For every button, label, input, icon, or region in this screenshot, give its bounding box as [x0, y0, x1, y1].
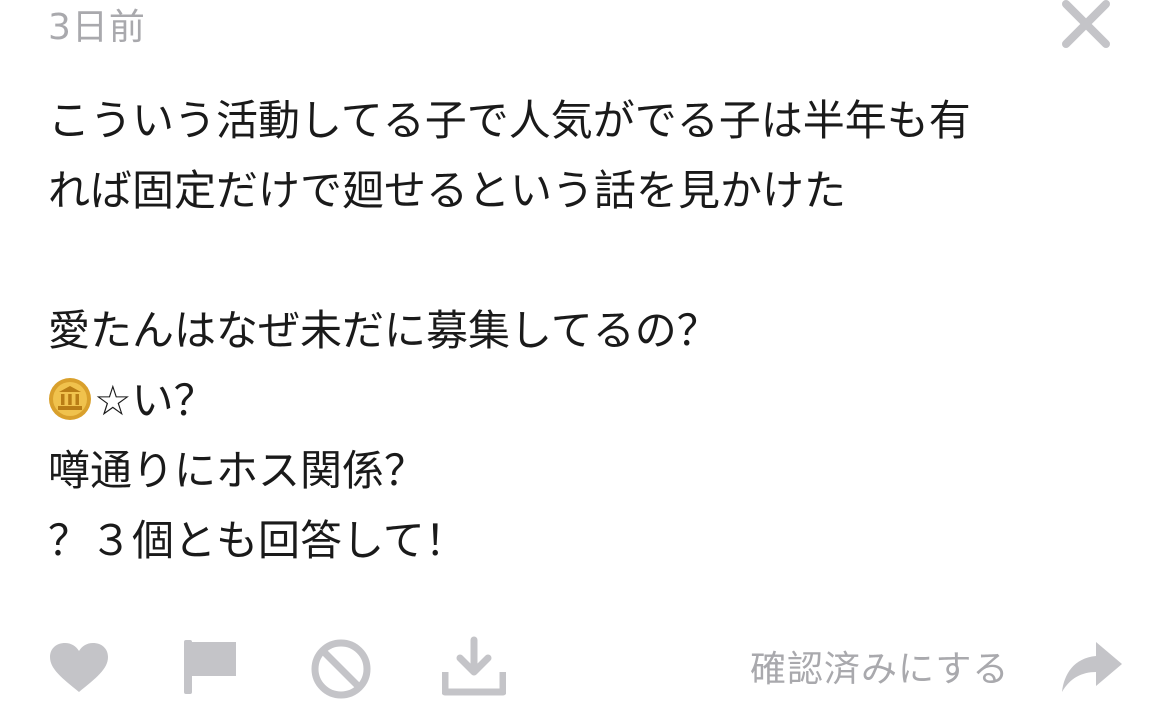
timestamp: 3日前 [48, 7, 146, 48]
mark-confirmed-button[interactable]: 確認済みにする [750, 640, 1009, 692]
message-body: こういう活動してる子で人気がでる子は半年も有 れば固定だけで廻せるという話を見か… [48, 86, 1128, 576]
bank-coin-icon [49, 378, 91, 420]
flag-icon [184, 640, 236, 694]
heart-icon [50, 643, 108, 692]
save-button[interactable] [441, 636, 507, 700]
message-line: ？３個とも回答して！ [48, 516, 467, 565]
report-button[interactable] [182, 638, 240, 700]
message-line-text: ☆い？ [94, 376, 216, 425]
block-button[interactable] [310, 638, 372, 704]
block-icon [311, 639, 371, 699]
forward-button[interactable] [1060, 640, 1124, 700]
close-button[interactable] [1058, 0, 1114, 48]
message-line: れば固定だけで廻せるという話を見かけた [48, 166, 847, 215]
close-icon [1062, 0, 1110, 48]
forward-arrow-icon [1062, 642, 1122, 692]
message-line: 噂通りにホス関係？ [48, 446, 427, 495]
message-line: こういう活動してる子で人気がでる子は半年も有 [48, 96, 971, 145]
message-line-with-coin: ☆い？ [48, 366, 1128, 436]
download-icon [441, 636, 507, 696]
like-button[interactable] [48, 642, 110, 698]
message-line: 愛たんはなぜ未だに募集してるの？ [48, 306, 719, 355]
